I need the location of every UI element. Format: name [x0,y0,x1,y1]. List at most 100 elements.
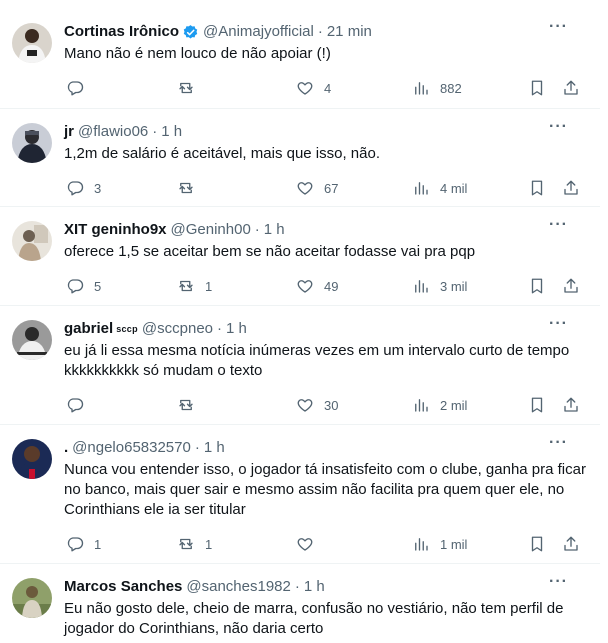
more-icon[interactable]: ··· [549,18,568,36]
user-handle[interactable]: @Geninh00 [171,220,251,240]
retweet-button[interactable] [177,78,205,98]
views-button[interactable]: 4 mil [412,178,467,198]
tweet-actions: 1 1 1 mil [64,534,592,554]
display-name[interactable]: gabriel [64,319,113,339]
timestamp[interactable]: 1 h [264,220,285,240]
tweet-text: 1,2m de salário é aceitável, mais que is… [64,145,381,162]
heart-icon [297,399,313,412]
like-button[interactable]: 4 [296,78,331,98]
heart-icon [297,182,313,195]
more-icon[interactable]: ··· [549,216,568,234]
like-button[interactable]: 67 [296,178,338,198]
avatar[interactable] [12,578,52,618]
reply-icon [67,537,84,552]
retweet-button[interactable] [177,178,205,198]
more-icon[interactable]: ··· [549,434,568,452]
share-button[interactable] [562,78,580,98]
tweet-actions: 3 67 4 mil [64,178,592,198]
share-icon [564,536,578,551]
display-name[interactable]: XIT geninho9x [64,220,167,240]
tweet[interactable]: Cortinas Irônico @Animajyofficial · 21 m… [0,0,600,109]
user-handle[interactable]: @ngelo65832570 [72,438,191,458]
share-button[interactable] [562,395,580,415]
views-icon [415,82,428,95]
views-button[interactable]: 1 mil [412,534,467,554]
tweet-header: jr @flawio06 · 1 h [64,122,590,142]
views-button[interactable]: 3 mil [412,276,467,296]
view-count: 882 [440,80,462,96]
views-button[interactable]: 2 mil [412,395,467,415]
tweet-header: Cortinas Irônico @Animajyofficial · 21 m… [64,22,590,42]
retweet-icon [179,280,193,292]
more-icon[interactable]: ··· [549,315,568,333]
reply-button[interactable] [66,78,94,98]
display-name[interactable]: jr [64,122,74,142]
like-count: 49 [324,278,339,294]
retweet-button[interactable]: 1 [177,276,212,296]
tweet-feed: Cortinas Irônico @Animajyofficial · 21 m… [0,0,608,643]
tweet-text: Nunca vou entender isso, o jogador tá in… [64,461,586,518]
reply-count: 3 [94,180,102,196]
user-badge: sccp [116,324,138,334]
tweet[interactable]: jr @flawio06 · 1 h ··· 1,2m de salário é… [0,109,600,207]
retweet-count: 1 [205,278,213,294]
view-count: 3 mil [440,278,468,294]
retweet-button[interactable]: 1 [177,534,212,554]
user-handle[interactable]: @sanches1982 [186,577,290,597]
like-button[interactable] [296,534,324,554]
bookmark-icon [531,180,543,196]
retweet-button[interactable] [177,395,205,415]
view-count: 4 mil [440,180,468,196]
reply-button[interactable]: 1 [66,534,101,554]
bookmark-button[interactable] [528,395,546,415]
tweet-text: Mano não é nem louco de não apoiar (!) [64,45,331,62]
display-name[interactable]: Cortinas Irônico [64,22,179,42]
more-icon[interactable]: ··· [549,573,568,591]
avatar[interactable] [12,23,52,63]
display-name[interactable]: Marcos Sanches [64,577,182,597]
avatar[interactable] [12,221,52,261]
timestamp[interactable]: 1 h [204,438,225,458]
share-button[interactable] [562,534,580,554]
like-count: 4 [324,80,332,96]
reply-count: 1 [94,536,102,552]
views-icon [415,399,428,412]
share-icon [564,397,578,412]
more-icon[interactable]: ··· [549,118,568,136]
timestamp[interactable]: 21 min [327,22,372,42]
views-icon [415,538,428,551]
bookmark-button[interactable] [528,534,546,554]
bookmark-button[interactable] [528,178,546,198]
share-button[interactable] [562,276,580,296]
tweet[interactable]: Marcos Sanches @sanches1982 · 1 h ··· Eu… [0,564,600,643]
tweet-actions: 30 2 mil [64,395,592,415]
avatar[interactable] [12,320,52,360]
timestamp[interactable]: 1 h [304,577,325,597]
timestamp[interactable]: 1 h [161,122,182,142]
reply-button[interactable]: 5 [66,276,101,296]
views-button[interactable]: 882 [412,78,462,98]
user-handle[interactable]: @flawio06 [78,122,148,142]
bookmark-icon [531,536,543,552]
avatar[interactable] [12,439,52,479]
tweet-actions: 4 882 [64,78,592,98]
user-handle[interactable]: @Animajyofficial [203,22,314,42]
bookmark-icon [531,80,543,96]
tweet-text: oferece 1,5 se aceitar bem se não aceita… [64,243,476,260]
timestamp[interactable]: 1 h [226,319,247,339]
reply-button[interactable] [66,395,94,415]
user-handle[interactable]: @sccpneo [142,319,213,339]
retweet-icon [179,399,193,411]
like-button[interactable]: 30 [296,395,338,415]
tweet[interactable]: XIT geninho9x @Geninh00 · 1 h ··· oferec… [0,207,600,306]
tweet[interactable]: . @ngelo65832570 · 1 h ··· Nunca vou ent… [0,425,600,564]
like-button[interactable]: 49 [296,276,338,296]
bookmark-button[interactable] [528,78,546,98]
reply-button[interactable]: 3 [66,178,101,198]
bookmark-button[interactable] [528,276,546,296]
display-name[interactable]: . [64,438,68,458]
share-button[interactable] [562,178,580,198]
tweet[interactable]: gabriel sccp @sccpneo · 1 h ··· eu já li… [0,306,600,425]
like-count: 67 [324,180,339,196]
avatar[interactable] [12,123,52,163]
